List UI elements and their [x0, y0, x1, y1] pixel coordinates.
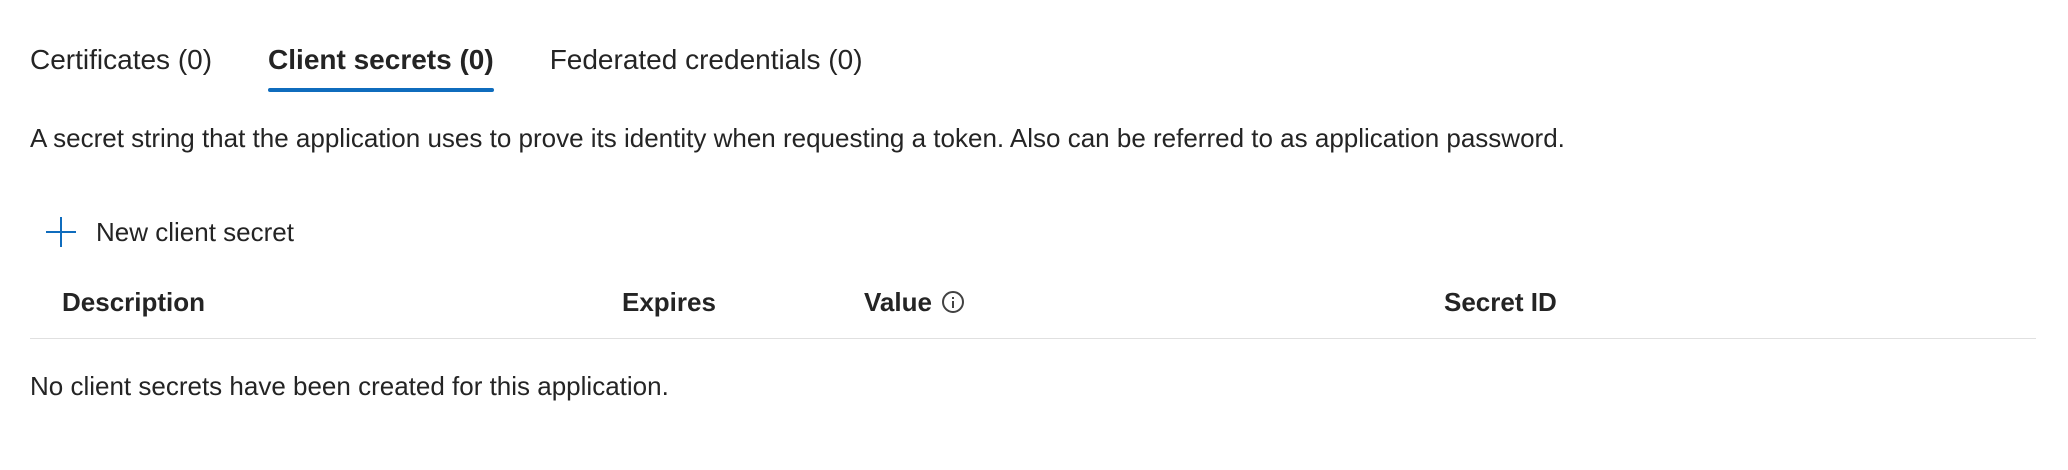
column-header-value[interactable]: Value [864, 280, 964, 324]
credentials-tabs: Certificates (0) Client secrets (0) Fede… [30, 38, 863, 98]
tab-federated-credentials-label: Federated credentials (0) [549, 44, 863, 75]
empty-table-message: No client secrets have been created for … [30, 371, 669, 401]
tab-client-secrets[interactable]: Client secrets (0) [268, 38, 494, 92]
column-header-description[interactable]: Description [62, 280, 205, 324]
column-header-secret-id[interactable]: Secret ID [1444, 280, 1557, 324]
column-header-value-label: Value [864, 287, 932, 317]
client-secrets-page: Certificates (0) Client secrets (0) Fede… [0, 0, 2068, 470]
column-header-description-label: Description [62, 287, 206, 317]
section-description: A secret string that the application use… [30, 123, 1565, 153]
plus-icon [44, 215, 78, 249]
new-client-secret-label: New client secret [96, 216, 294, 247]
tab-federated-credentials[interactable]: Federated credentials (0) [550, 38, 863, 92]
tab-certificates[interactable]: Certificates (0) [30, 38, 212, 92]
tab-client-secrets-label: Client secrets (0) [268, 44, 494, 75]
tab-certificates-label: Certificates (0) [30, 44, 213, 75]
secrets-table-header: Description Expires Value Secret ID [30, 280, 2036, 339]
active-tab-indicator [268, 88, 494, 92]
column-header-secret-id-label: Secret ID [1444, 287, 1557, 317]
new-client-secret-button[interactable]: New client secret [44, 210, 294, 254]
column-header-expires[interactable]: Expires [622, 280, 716, 324]
info-icon[interactable] [941, 291, 964, 313]
column-header-expires-label: Expires [622, 287, 716, 317]
